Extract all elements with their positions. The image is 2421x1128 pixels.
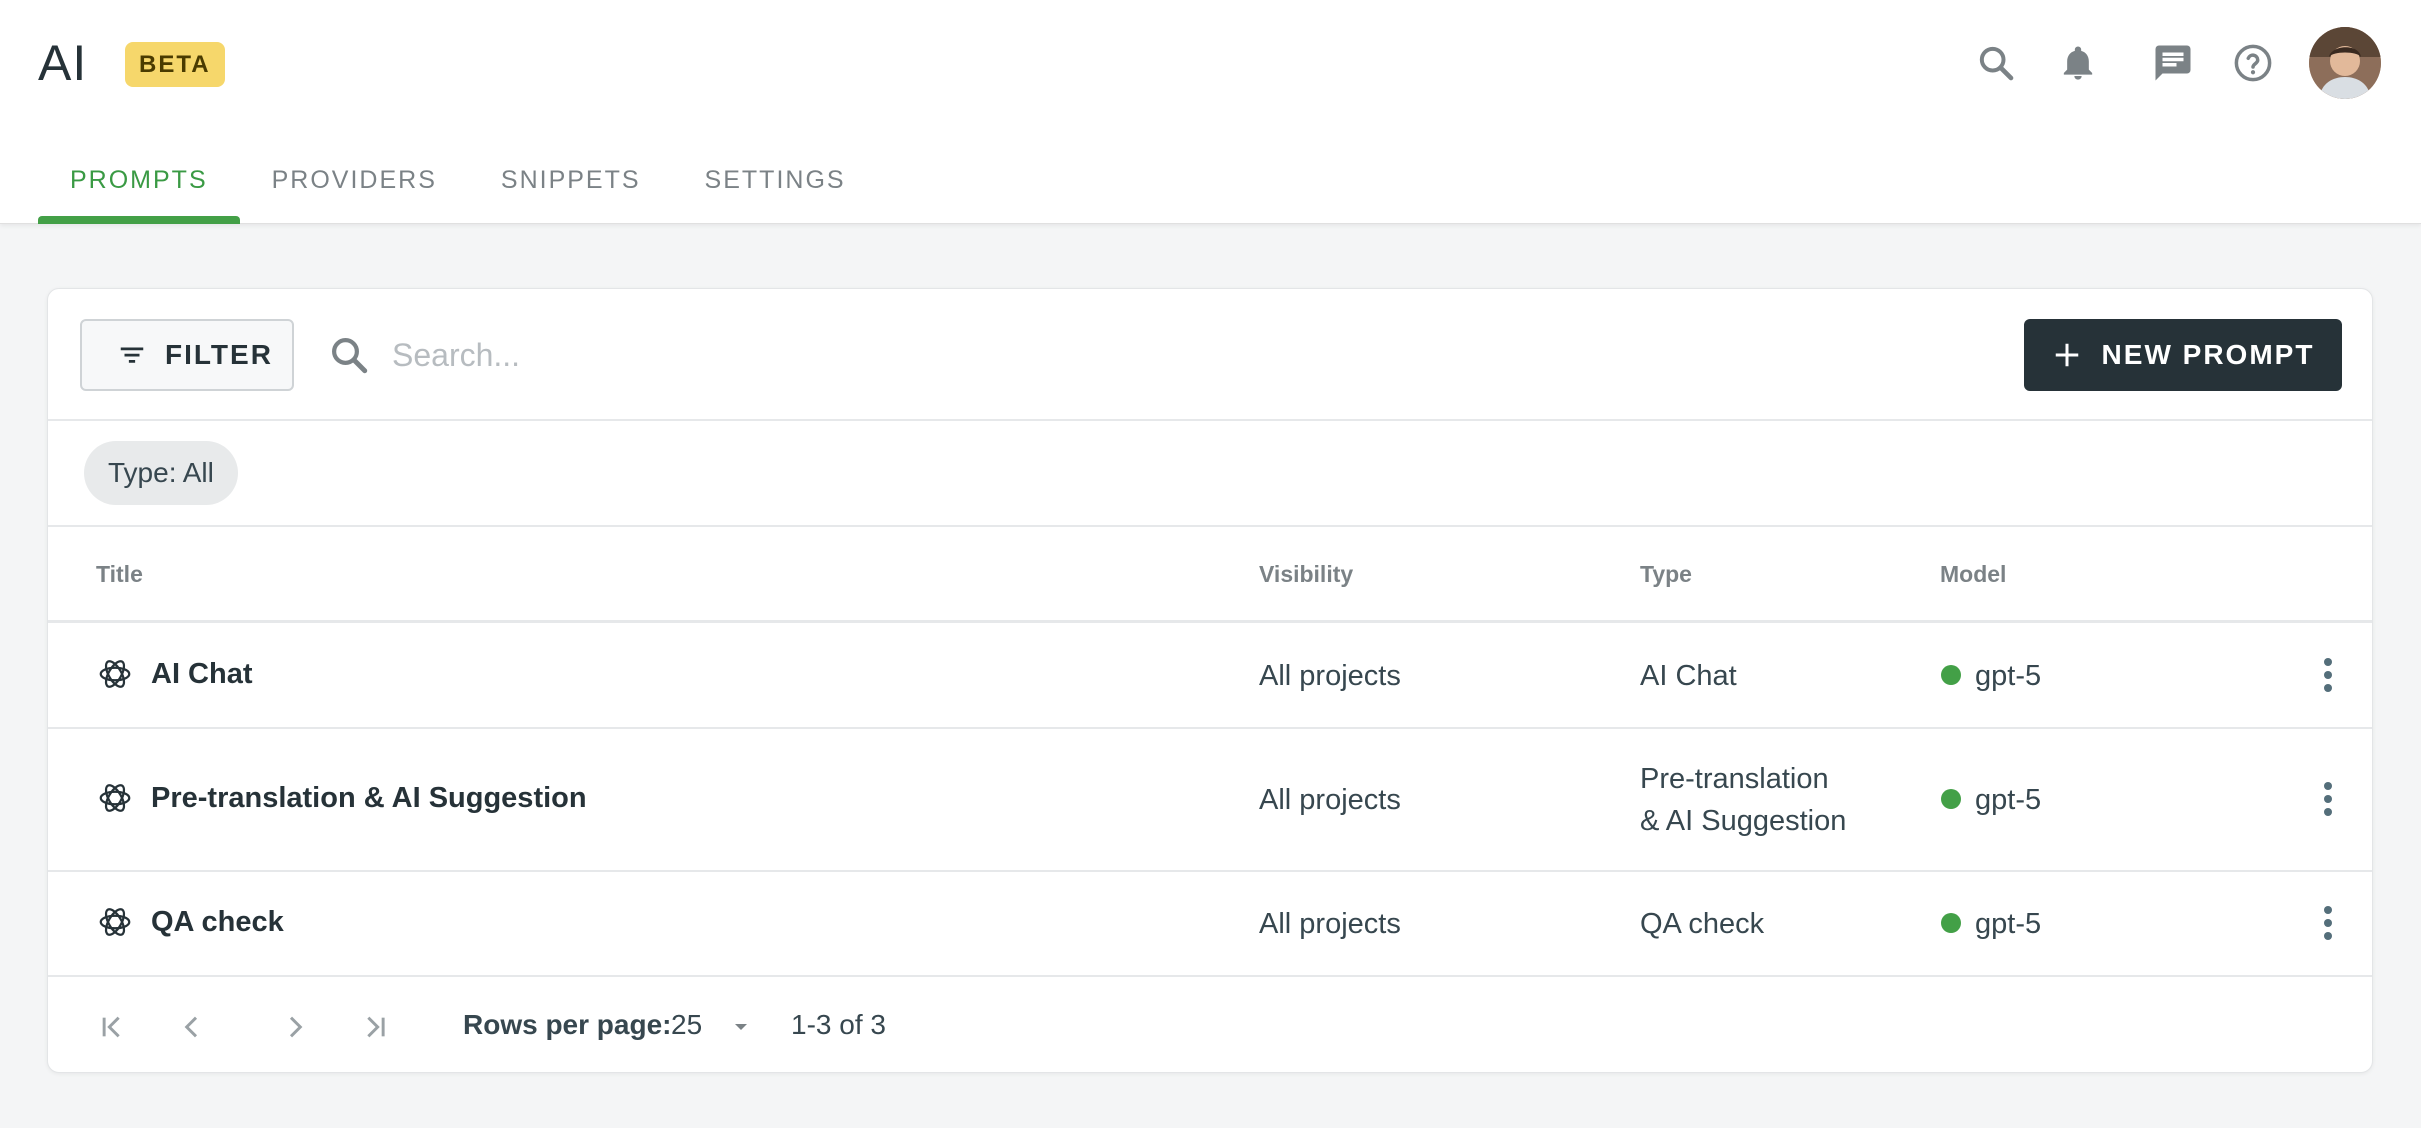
divider <box>48 419 2372 421</box>
openai-icon <box>99 908 131 936</box>
visibility-cell: All projects <box>1259 660 1401 692</box>
search-icon[interactable] <box>1973 40 2019 86</box>
divider <box>48 870 2372 872</box>
search-input[interactable] <box>392 336 1192 374</box>
new-prompt-label: NEW PROMPT <box>2101 339 2315 370</box>
prompts-card: FILTER NEW PROMPT Type: All Title Visibi… <box>47 288 2373 1073</box>
model-cell: gpt-5 <box>1975 784 2042 816</box>
rows-per-page-select[interactable]: 25 <box>671 1009 702 1041</box>
tab-snippets[interactable]: SNIPPETS <box>469 150 673 224</box>
more-vert-icon[interactable] <box>2308 899 2348 947</box>
visibility-cell: All projects <box>1259 784 1401 816</box>
type-cell-line2: & AI Suggestion <box>1640 805 1847 837</box>
bell-icon[interactable] <box>2055 40 2101 86</box>
prompt-title[interactable]: AI Chat <box>151 658 253 691</box>
divider <box>48 975 2372 977</box>
divider <box>48 525 2372 527</box>
pagination-range: 1-3 of 3 <box>791 1009 886 1040</box>
column-header-title[interactable]: Title <box>96 561 143 588</box>
type-cell: AI Chat <box>1640 660 1737 692</box>
search-box <box>328 319 1328 391</box>
tab-bar: PROMPTS PROVIDERS SNIPPETS SETTINGS <box>38 150 878 224</box>
column-header-model[interactable]: Model <box>1940 561 2006 588</box>
search-field-icon <box>332 338 368 374</box>
visibility-cell: All projects <box>1259 908 1401 940</box>
filter-icon <box>120 347 144 363</box>
chat-icon[interactable] <box>2150 40 2196 86</box>
filter-label: FILTER <box>165 339 273 370</box>
model-status-dot <box>1941 913 1961 933</box>
openai-icon <box>99 660 131 688</box>
prompt-title[interactable]: QA check <box>151 906 284 939</box>
model-status-dot <box>1941 789 1961 809</box>
model-cell: gpt-5 <box>1975 908 2042 940</box>
top-bar: AI BETA PROMPTS PROVIDERS SNIPPETS SETTI… <box>0 0 2421 224</box>
app-title: AI <box>38 35 88 91</box>
tab-settings[interactable]: SETTINGS <box>673 150 878 224</box>
tab-prompts[interactable]: PROMPTS <box>38 150 240 224</box>
prompt-title[interactable]: Pre-translation & AI Suggestion <box>151 782 587 815</box>
column-header-type[interactable]: Type <box>1640 561 1692 588</box>
column-header-visibility[interactable]: Visibility <box>1259 561 1353 588</box>
divider <box>48 620 2372 623</box>
openai-icon <box>99 784 131 812</box>
first-page-icon[interactable] <box>92 1007 132 1047</box>
model-status-dot <box>1941 665 1961 685</box>
help-icon[interactable] <box>2230 40 2276 86</box>
type-filter-chip[interactable]: Type: All <box>84 441 238 505</box>
prev-page-icon[interactable] <box>172 1007 212 1047</box>
filter-button[interactable]: FILTER <box>80 319 294 391</box>
next-page-icon[interactable] <box>275 1007 315 1047</box>
more-vert-icon[interactable] <box>2308 775 2348 823</box>
divider <box>48 727 2372 729</box>
new-prompt-button[interactable]: NEW PROMPT <box>2024 319 2342 391</box>
avatar[interactable] <box>2309 27 2381 99</box>
plus-icon <box>2055 343 2078 367</box>
rows-per-page-label: Rows per page: <box>463 1009 672 1040</box>
last-page-icon[interactable] <box>355 1007 395 1047</box>
type-cell: Pre-translation <box>1640 763 1829 795</box>
beta-badge: BETA <box>125 42 225 87</box>
more-vert-icon[interactable] <box>2308 651 2348 699</box>
dropdown-arrow-icon[interactable] <box>721 1007 761 1047</box>
type-cell: QA check <box>1640 908 1765 940</box>
tab-providers[interactable]: PROVIDERS <box>240 150 469 224</box>
model-cell: gpt-5 <box>1975 660 2042 692</box>
